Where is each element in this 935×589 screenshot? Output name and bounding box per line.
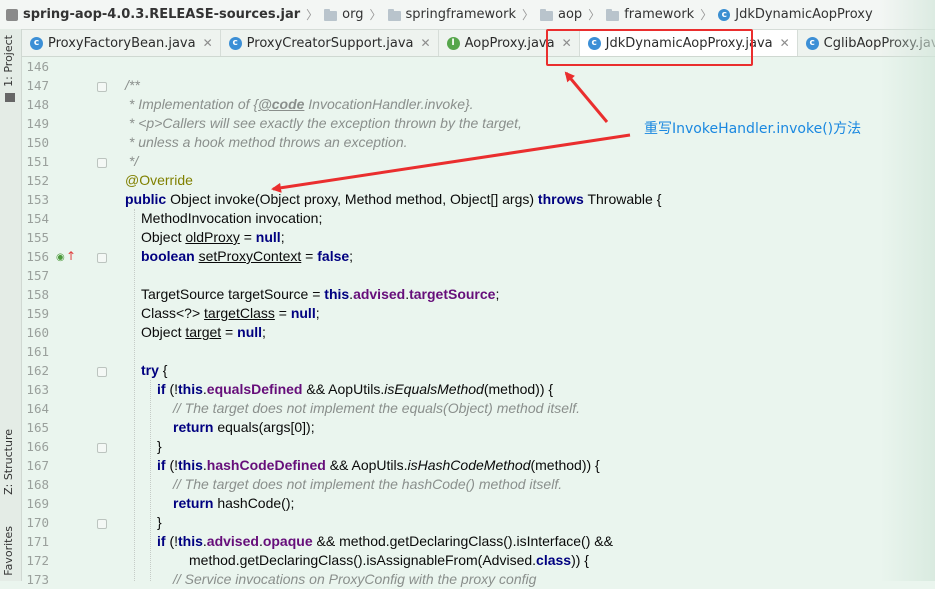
tab-proxyfactorybean[interactable]: c ProxyFactoryBean.java ✕	[22, 30, 221, 56]
line-number: 153	[26, 192, 49, 207]
code-line: Object target = null;	[141, 324, 266, 340]
breadcrumb-separator: 〉	[700, 8, 713, 22]
favorites-tool-button[interactable]: Favorites	[2, 526, 15, 576]
code-line: public Object invoke(Object proxy, Metho…	[125, 191, 662, 207]
interface-icon: I	[446, 36, 460, 50]
close-icon[interactable]: ✕	[562, 36, 572, 50]
line-number: 156	[26, 249, 49, 264]
code-line: method.getDeclaringClass().isAssignableF…	[189, 552, 589, 568]
line-number: 160	[26, 325, 49, 340]
code-line: Class<?> targetClass = null;	[141, 305, 320, 321]
class-icon: c	[228, 36, 242, 50]
folder-icon	[606, 8, 620, 21]
callout-text: 重写InvokeHandler.invoke()方法	[644, 121, 862, 137]
code-line: * unless a hook method throws an excepti…	[125, 134, 408, 150]
code-line: /**	[125, 77, 140, 93]
line-number: 167	[26, 458, 49, 473]
line-number: 147	[26, 78, 49, 93]
line-number: 146	[26, 59, 49, 74]
code-line: MethodInvocation invocation;	[141, 210, 323, 226]
code-line: return hashCode();	[173, 495, 295, 511]
breadcrumb-separator: 〉	[369, 8, 382, 22]
jar-icon	[6, 8, 18, 21]
close-icon[interactable]: ✕	[421, 36, 431, 50]
editor-tabs: c ProxyFactoryBean.java ✕ c ProxyCreatorSup…	[22, 30, 935, 57]
line-number: 155	[26, 230, 49, 245]
line-number: 151	[26, 154, 49, 169]
line-number: 166	[26, 439, 49, 454]
code-line: @Override	[125, 172, 193, 188]
breadcrumb: spring-aop-4.0.3.RELEASE-sources.jar 〉 o…	[0, 0, 935, 30]
code-line: return equals(args[0]);	[173, 419, 315, 435]
code-line: * Implementation of {@code InvocationHan…	[125, 96, 474, 112]
line-number: 149	[26, 116, 49, 131]
code-line: // The target does not implement the has…	[173, 476, 563, 492]
breadcrumb-springframework[interactable]: springframework	[385, 7, 519, 22]
line-number: 158	[26, 287, 49, 302]
line-number: 172	[26, 553, 49, 568]
code-line: * <p>Callers will see exactly the except…	[125, 115, 522, 131]
class-icon: c	[30, 36, 43, 50]
line-number: 154	[26, 211, 49, 226]
code-line: // Service invocations on ProxyConfig wi…	[173, 571, 537, 587]
line-number: 148	[26, 97, 49, 112]
line-number: 159	[26, 306, 49, 321]
line-number: 171	[26, 534, 49, 549]
breadcrumb-aop[interactable]: aop	[537, 7, 585, 22]
breadcrumb-framework[interactable]: framework	[603, 7, 697, 22]
code-line: TargetSource targetSource = this.advised…	[141, 286, 500, 302]
code-line: }	[157, 438, 162, 454]
project-tool-button[interactable]: 1: Project	[2, 35, 15, 87]
close-icon[interactable]: ✕	[203, 36, 213, 50]
tab-proxycreatorsupport[interactable]: c ProxyCreatorSupport.java ✕	[221, 30, 439, 56]
code-line: }	[157, 514, 162, 530]
structure-tool-button[interactable]: Z: Structure	[2, 429, 15, 495]
tab-aopproxy[interactable]: I AopProxy.java ✕	[439, 30, 580, 56]
line-number: 162	[26, 363, 49, 378]
line-number: 173	[26, 572, 49, 587]
class-icon: c	[718, 8, 731, 21]
tab-jdkdynamicaopproxy[interactable]: c JdkDynamicAopProxy.java ✕	[579, 30, 798, 56]
code-line: if (!this.hashCodeDefined && AopUtils.is…	[157, 457, 600, 473]
line-number: 165	[26, 420, 49, 435]
folder-icon	[540, 8, 554, 21]
line-number: 169	[26, 496, 49, 511]
line-number: 164	[26, 401, 49, 416]
implements-method-icon[interactable]: ◉	[56, 252, 65, 263]
breadcrumb-separator: 〉	[306, 8, 319, 22]
breadcrumb-class[interactable]: c JdkDynamicAopProxy	[715, 7, 875, 22]
code-line: try {	[141, 362, 168, 378]
indent-guide	[134, 209, 135, 581]
code-line: */	[125, 153, 139, 169]
line-number: 161	[26, 344, 49, 359]
left-tool-strip: 1: Project Z: Structure Favorites	[0, 29, 22, 581]
close-icon[interactable]: ✕	[780, 36, 790, 50]
class-icon: c	[805, 36, 819, 50]
indent-guide	[150, 380, 151, 581]
folder-icon	[387, 8, 401, 21]
line-number: 170	[26, 515, 49, 530]
code-line: boolean setProxyContext = false;	[141, 248, 354, 264]
line-number: 163	[26, 382, 49, 397]
breadcrumb-separator: 〉	[522, 8, 535, 22]
line-number: 150	[26, 135, 49, 150]
breadcrumb-org[interactable]: org	[321, 7, 366, 22]
code-line: Object oldProxy = null;	[141, 229, 285, 245]
code-line: if (!this.advised.opaque && method.getDe…	[157, 533, 613, 549]
line-number: 152	[26, 173, 49, 188]
code-line: if (!this.equalsDefined && AopUtils.isEq…	[157, 381, 554, 397]
line-number: 157	[26, 268, 49, 283]
line-number: 168	[26, 477, 49, 492]
line-number-gutter: 146 147 148 149 150 151 152 153 154 155 …	[22, 57, 107, 587]
folder-icon	[324, 8, 338, 21]
background-image-overlay	[880, 0, 935, 581]
breadcrumb-jar[interactable]: spring-aop-4.0.3.RELEASE-sources.jar	[0, 7, 303, 22]
code-line: // The target does not implement the equ…	[173, 400, 580, 416]
project-folder-icon	[5, 93, 15, 102]
breadcrumb-separator: 〉	[588, 8, 601, 22]
class-icon: c	[587, 36, 601, 50]
override-up-arrow-icon[interactable]: ↑	[66, 249, 76, 263]
